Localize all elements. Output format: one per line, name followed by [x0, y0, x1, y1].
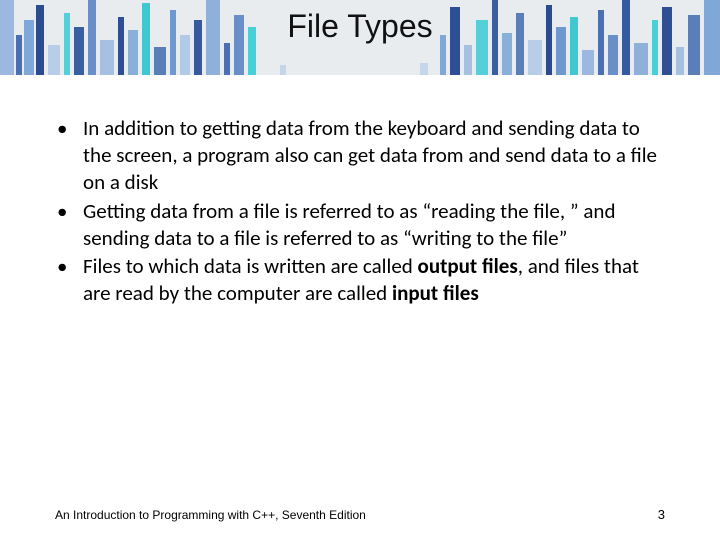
- page-number: 3: [658, 507, 665, 522]
- bullet-item: In addition to getting data from the key…: [55, 115, 670, 196]
- header-bar: [48, 45, 60, 75]
- bullet-text-bold: input files: [392, 280, 479, 306]
- header-bar: [224, 43, 230, 75]
- bullet-text: Files to which data is written are calle…: [83, 253, 418, 279]
- header-bar: [464, 45, 472, 75]
- content-area: In addition to getting data from the key…: [55, 115, 670, 309]
- header-bar: [634, 43, 648, 75]
- header-bar: [528, 40, 542, 75]
- bullet-list: In addition to getting data from the key…: [55, 115, 670, 307]
- slide-title: File Types: [0, 8, 720, 45]
- bullet-text: Getting data from a file is referred to …: [83, 198, 615, 251]
- header-bar: [100, 40, 114, 75]
- bullet-item: Files to which data is written are calle…: [55, 253, 670, 307]
- header-bar: [582, 50, 594, 75]
- header-bar: [154, 47, 166, 75]
- footer-left: An Introduction to Programming with C++,…: [55, 508, 366, 522]
- header-bar: [676, 47, 684, 75]
- header-bar: [420, 63, 428, 75]
- bullet-text-bold: output files: [418, 253, 518, 279]
- bullet-item: Getting data from a file is referred to …: [55, 198, 670, 252]
- bullet-text: In addition to getting data from the key…: [83, 115, 657, 195]
- header-bar: [280, 65, 286, 75]
